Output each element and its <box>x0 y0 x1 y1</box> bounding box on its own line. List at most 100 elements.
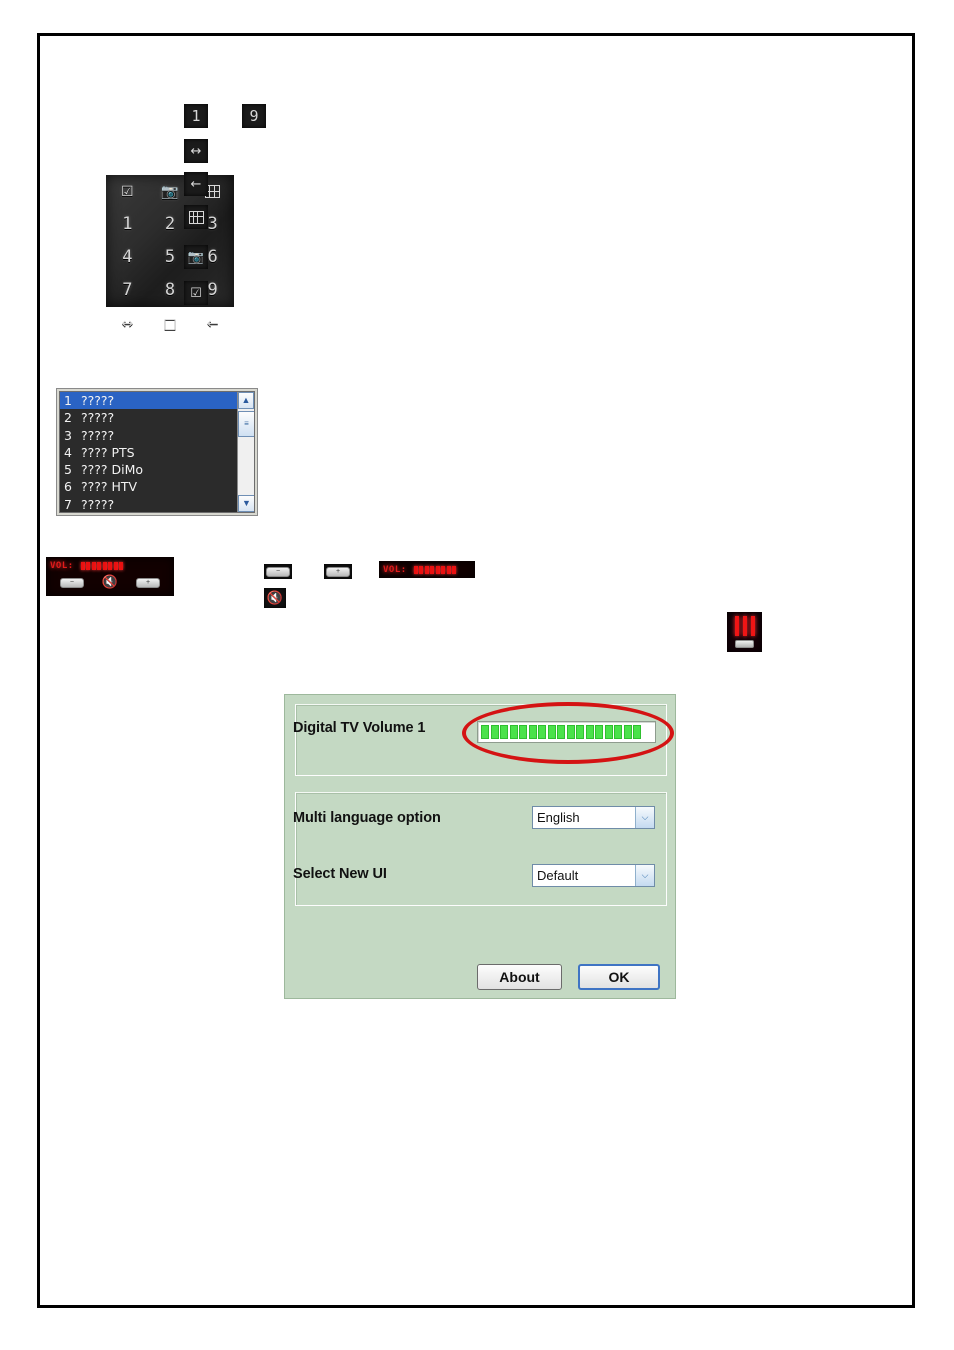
osd-button-row: − 🔇 + <box>46 576 174 589</box>
ui-select[interactable]: Default ⌵ <box>532 864 655 887</box>
osd-segment <box>97 562 102 570</box>
volume-up-glyph: + <box>326 566 350 577</box>
osd-top-row: VOL: <box>379 561 475 575</box>
keypad-key-camera[interactable]: 📷 <box>154 185 186 199</box>
keypad-key-checkbox[interactable]: ☑ <box>111 185 143 199</box>
osd-segment <box>113 562 118 570</box>
camera-snapshot-icon[interactable]: 📷 <box>184 245 208 269</box>
volume-segment <box>557 725 565 739</box>
grid-glyph <box>188 210 204 224</box>
back-arrow-icon[interactable]: ← <box>184 172 208 196</box>
keypad-row: ☑ 📷 <box>106 175 234 208</box>
volume-segment <box>595 725 603 739</box>
keypad-row: 4 5 6 <box>106 241 234 274</box>
list-item[interactable]: 1 ????? <box>60 392 254 410</box>
osd-volume-segments <box>413 566 457 574</box>
volume-segment <box>633 725 641 739</box>
keypad-key-5[interactable]: 5 <box>154 249 186 266</box>
volume-down-glyph: − <box>266 566 290 577</box>
channel-list[interactable]: 1 ????? 2 ????? 3 ????? 4 ???? PTS 5 ???… <box>56 388 258 516</box>
channel-label: ???? PTS <box>80 444 135 460</box>
list-item[interactable]: 3 ????? <box>60 427 254 444</box>
epg-grid-icon[interactable] <box>184 205 208 229</box>
channel-label: ????? <box>80 393 115 408</box>
list-item[interactable]: 6 ???? HTV <box>60 478 254 495</box>
keypad-row: 7 8 9 <box>106 274 234 307</box>
language-select[interactable]: English ⌵ <box>532 806 655 829</box>
osd-segment <box>435 566 440 574</box>
checkbox-icon[interactable]: ☑ <box>184 281 208 305</box>
scrollbar-up-icon[interactable]: ▲ <box>238 392 254 409</box>
language-label: Multi language option <box>293 810 441 826</box>
volume-down-icon[interactable]: − <box>264 564 292 579</box>
list-item[interactable]: 5 ???? DiMo <box>60 461 254 478</box>
osd-segment <box>446 566 451 574</box>
volume-segment <box>623 725 632 739</box>
keypad-key-stop[interactable]: □ <box>154 317 186 331</box>
volume-segment <box>547 725 556 739</box>
volume-segment <box>538 725 546 739</box>
volume-progress-bar[interactable] <box>477 721 656 743</box>
channel-number: 2 <box>64 410 72 426</box>
keypad-key-swap[interactable]: ↔ <box>111 317 143 331</box>
volume-segment <box>528 725 537 739</box>
list-item[interactable]: 7 ????? <box>60 496 254 512</box>
about-button[interactable]: About <box>477 964 562 990</box>
scrollbar-thumb[interactable]: ≡ <box>238 411 254 437</box>
digit-9-icon[interactable]: 9 <box>242 104 266 128</box>
ok-button[interactable]: OK <box>578 964 660 990</box>
chevron-down-icon[interactable]: ⌵ <box>635 865 654 886</box>
channel-number: 4 <box>64 444 72 460</box>
channel-number: 3 <box>64 427 72 443</box>
scrollbar[interactable]: ▲ ≡ ▼ <box>237 392 254 512</box>
volume-segment <box>576 725 584 739</box>
osd-volume-panel: VOL: − 🔇 + <box>46 557 174 596</box>
keypad-key-7[interactable]: 7 <box>111 282 143 299</box>
volume-segment <box>481 725 489 739</box>
swap-arrows-icon[interactable]: ↔ <box>184 139 208 163</box>
osd-segment <box>119 562 124 570</box>
volume-segment <box>604 725 613 739</box>
channel-label: ???? DiMo <box>80 462 144 478</box>
channel-number: 1 <box>64 393 72 408</box>
mute-icon[interactable]: 🔇 <box>264 588 286 608</box>
volume-segment <box>614 725 622 739</box>
osd-segment <box>419 566 424 574</box>
osd-segment <box>102 562 107 570</box>
equalizer-icon[interactable] <box>727 612 762 652</box>
volume-segment <box>519 725 527 739</box>
ui-label: Select New UI <box>293 866 387 882</box>
list-item[interactable]: 2 ????? <box>60 409 254 426</box>
keypad-key-8[interactable]: 8 <box>154 282 186 299</box>
mute-icon[interactable]: 🔇 <box>102 576 118 589</box>
channel-number: 5 <box>64 462 72 478</box>
volume-label: Digital TV Volume 1 <box>293 720 426 736</box>
volume-segment <box>585 725 594 739</box>
volume-up-button[interactable]: + <box>136 577 161 588</box>
keypad-key-back[interactable]: ← <box>197 317 229 331</box>
mute-glyph: 🔇 <box>266 590 284 606</box>
volume-segment <box>490 725 499 739</box>
channel-label: ???? HTV <box>80 479 138 495</box>
osd-segment <box>424 566 429 574</box>
keypad-key-1[interactable]: 1 <box>111 216 143 233</box>
volume-down-button[interactable]: − <box>59 577 84 588</box>
channel-label: ????? <box>80 427 115 443</box>
volume-segment <box>509 725 518 739</box>
digit-1-icon[interactable]: 1 <box>184 104 208 128</box>
keypad-key-4[interactable]: 4 <box>111 249 143 266</box>
keypad-key-2[interactable]: 2 <box>154 216 186 233</box>
list-item[interactable]: 4 ???? PTS <box>60 444 254 461</box>
osd-segment <box>413 566 418 574</box>
chevron-down-icon[interactable]: ⌵ <box>635 807 654 828</box>
osd-segment <box>91 562 96 570</box>
page-border: ☑ 📷 1 2 3 4 5 6 7 8 9 ↔ □ ← <box>37 33 915 1308</box>
remote-keypad: ☑ 📷 1 2 3 4 5 6 7 8 9 ↔ □ ← <box>106 175 234 331</box>
channel-label: ????? <box>80 410 115 426</box>
volume-up-icon[interactable]: + <box>324 564 352 579</box>
osd-segment <box>430 566 435 574</box>
osd-segment <box>86 562 91 570</box>
channel-number: 7 <box>64 496 72 512</box>
language-value: English <box>537 810 580 825</box>
scrollbar-down-icon[interactable]: ▼ <box>238 495 254 512</box>
